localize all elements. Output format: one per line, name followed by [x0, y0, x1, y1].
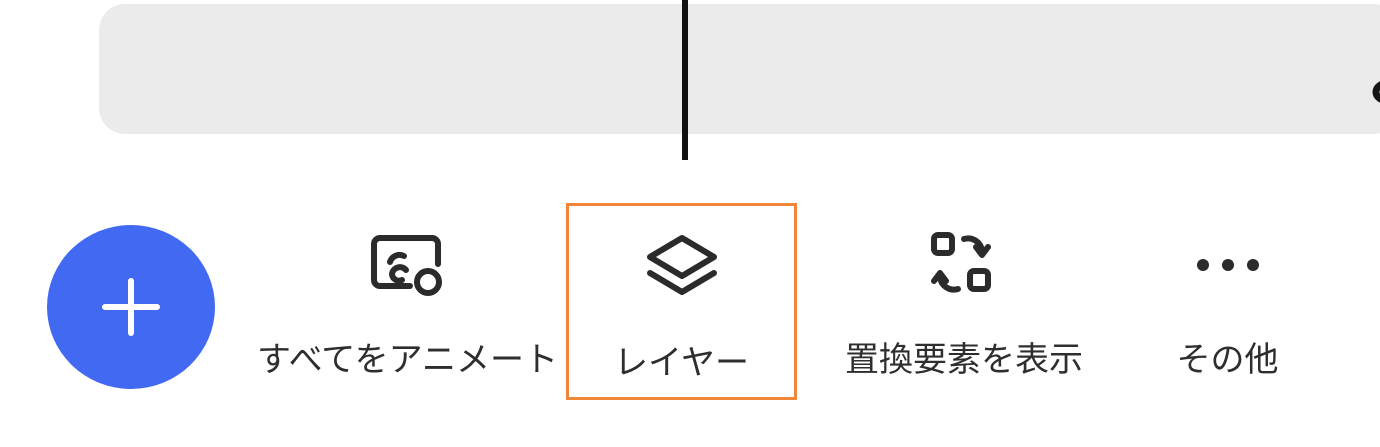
show-replace-elements-label: 置換要素を表示 [845, 340, 1083, 380]
audio-track[interactable] [99, 4, 1380, 134]
more-dots-icon [1196, 259, 1259, 271]
timeline-playhead[interactable] [682, 0, 688, 160]
swap-elements-icon [931, 232, 991, 293]
music-note-plus-icon[interactable] [1369, 32, 1380, 114]
add-button[interactable] [47, 225, 215, 389]
show-replace-elements-button[interactable]: 置換要素を表示 [830, 200, 1098, 400]
more-label: その他 [1176, 340, 1279, 380]
image-animate-icon [370, 235, 442, 296]
layers-icon [646, 235, 717, 295]
animate-all-label: すべてをアニメート [257, 340, 558, 380]
layer-label: レイヤー [614, 343, 749, 383]
layer-button[interactable]: レイヤー [566, 203, 797, 400]
animate-all-button[interactable]: すべてをアニメート [250, 200, 565, 400]
editor-bottom-panel: すべてをアニメート レイヤー 置換要素を表示 その他 [0, 0, 1380, 447]
plus-icon [102, 278, 160, 336]
more-button[interactable]: その他 [1160, 200, 1295, 400]
